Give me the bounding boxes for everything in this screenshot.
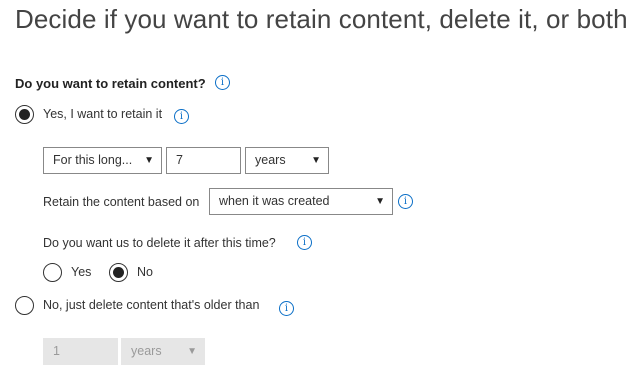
- retain-mode-select[interactable]: For this long... ▼: [43, 147, 162, 174]
- delete-amount-value: 1: [53, 344, 60, 358]
- retain-based-on-value: when it was created: [219, 194, 330, 208]
- retain-question-label: Do you want to retain content?: [15, 76, 206, 91]
- chevron-down-icon: ▼: [144, 155, 154, 166]
- info-icon[interactable]: i: [398, 194, 413, 209]
- info-icon[interactable]: i: [174, 109, 189, 124]
- info-glyph: i: [302, 237, 307, 248]
- info-glyph: i: [403, 196, 408, 207]
- retain-unit-select[interactable]: years ▼: [245, 147, 329, 174]
- info-icon[interactable]: i: [215, 75, 230, 90]
- info-icon[interactable]: i: [279, 301, 294, 316]
- info-glyph: i: [284, 303, 289, 314]
- chevron-down-icon: ▼: [375, 196, 385, 207]
- info-glyph: i: [179, 111, 184, 122]
- delete-yes-radio[interactable]: [43, 263, 62, 282]
- retain-based-on-select[interactable]: when it was created ▼: [209, 188, 393, 215]
- retain-no-radio[interactable]: [15, 296, 34, 315]
- delete-unit-value: years: [131, 344, 162, 358]
- delete-yes-label[interactable]: Yes: [71, 265, 91, 279]
- delete-unit-select[interactable]: years ▼: [121, 338, 205, 365]
- retain-unit-value: years: [255, 153, 286, 167]
- radio-selected-dot: [113, 267, 124, 278]
- retain-amount-value: 7: [176, 153, 183, 167]
- chevron-down-icon: ▼: [311, 155, 321, 166]
- delete-no-radio[interactable]: [109, 263, 128, 282]
- retain-amount-input[interactable]: 7: [166, 147, 241, 174]
- retain-yes-radio[interactable]: [15, 105, 34, 124]
- delete-no-label[interactable]: No: [137, 265, 153, 279]
- retain-based-on-label: Retain the content based on: [43, 195, 200, 209]
- radio-selected-dot: [19, 109, 30, 120]
- chevron-down-icon: ▼: [187, 346, 197, 357]
- retain-no-label[interactable]: No, just delete content that's older tha…: [43, 298, 259, 312]
- retain-mode-value: For this long...: [53, 153, 133, 167]
- page-title: Decide if you want to retain content, de…: [15, 4, 628, 34]
- retain-yes-label[interactable]: Yes, I want to retain it: [43, 107, 162, 121]
- delete-question-label: Do you want us to delete it after this t…: [43, 236, 276, 250]
- info-icon[interactable]: i: [297, 235, 312, 250]
- info-glyph: i: [220, 77, 225, 88]
- delete-amount-input[interactable]: 1: [43, 338, 118, 365]
